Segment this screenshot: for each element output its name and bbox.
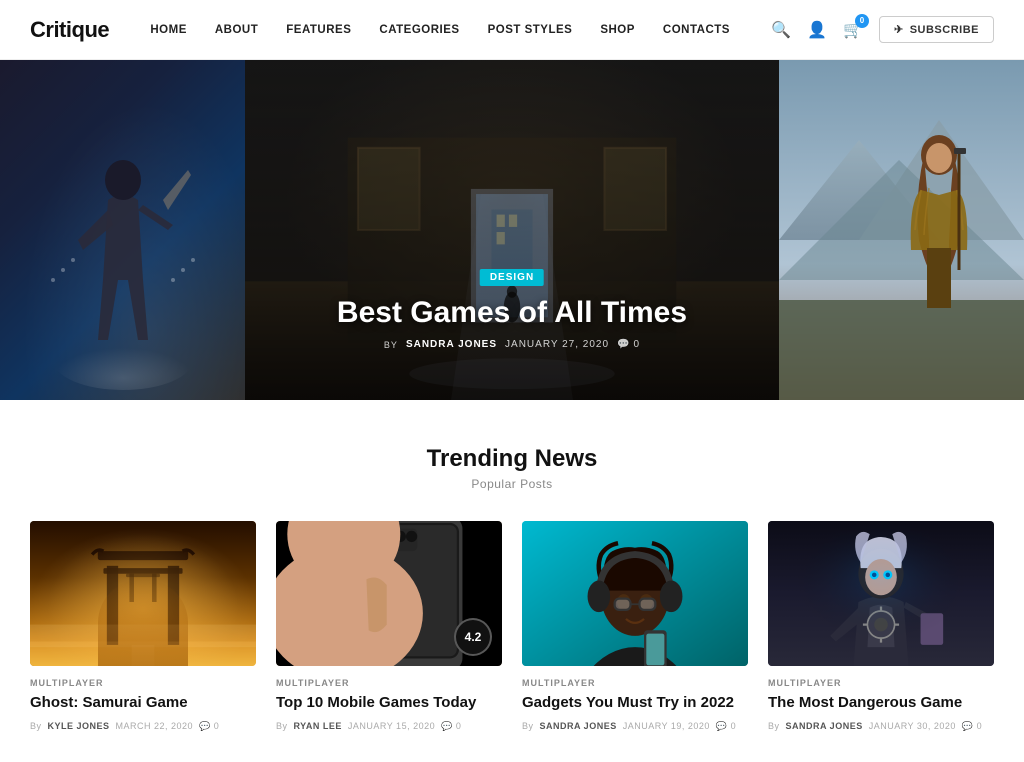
hero-slide-main[interactable]: Design Best Games of All Times By Sandra…	[245, 60, 779, 400]
card-4-category: Multiplayer	[768, 678, 994, 688]
section-header: Trending News Popular Posts	[30, 445, 994, 491]
hero-author: Sandra Jones	[406, 339, 497, 350]
card-2-title: Top 10 Mobile Games Today	[276, 693, 502, 713]
card-2[interactable]: 4.2 Multiplayer Top 10 Mobile Games Toda…	[276, 521, 502, 732]
nav-shop[interactable]: Shop	[600, 24, 635, 36]
user-icon[interactable]: 👤	[807, 20, 827, 40]
card-1-image	[30, 521, 256, 666]
card-1-category: Multiplayer	[30, 678, 256, 688]
card-3-title: Gadgets You Must Try in 2022	[522, 693, 748, 713]
subscribe-button[interactable]: ✈ Subscribe	[879, 16, 994, 43]
card-3[interactable]: Multiplayer Gadgets You Must Try in 2022…	[522, 521, 748, 732]
nav-post-styles[interactable]: Post Styles	[488, 24, 573, 36]
card-4[interactable]: Multiplayer The Most Dangerous Game By S…	[768, 521, 994, 732]
card-4-meta: By Sandra Jones January 30, 2020 💬 0	[768, 721, 994, 732]
card-2-comments: 💬 0	[441, 721, 461, 732]
hero-date: January 27, 2020	[505, 339, 609, 350]
card-2-rating: 4.2	[454, 618, 492, 656]
hero-title: Best Games of All Times	[272, 296, 753, 329]
warrior-silhouette	[33, 120, 213, 400]
nav-home[interactable]: Home	[150, 24, 187, 36]
hero-meta: By Sandra Jones January 27, 2020 💬 0	[272, 339, 753, 350]
card-1[interactable]: Multiplayer Ghost: Samurai Game By Kyle …	[30, 521, 256, 732]
hero-author-prefix: By	[384, 340, 398, 350]
card-3-meta: By Sandra Jones January 19, 2020 💬 0	[522, 721, 748, 732]
hero-slider: Design Best Games of All Times By Sandra…	[0, 60, 1024, 400]
header-actions: 🔍 👤 🛒 0 ✈ Subscribe	[771, 16, 994, 43]
nav-about[interactable]: About	[215, 24, 258, 36]
card-4-comments: 💬 0	[962, 721, 982, 732]
hero-content: Design Best Games of All Times By Sandra…	[272, 267, 753, 350]
search-icon[interactable]: 🔍	[771, 20, 791, 40]
hero-slide-left[interactable]	[0, 60, 245, 400]
card-4-image	[768, 521, 994, 666]
card-3-category: Multiplayer	[522, 678, 748, 688]
hero-comments: 💬 0	[617, 339, 640, 350]
hero-tag: Design	[480, 269, 544, 286]
nav-categories[interactable]: Categories	[379, 24, 459, 36]
subscribe-icon: ✈	[894, 23, 904, 36]
card-1-meta: By Kyle Jones March 22, 2020 💬 0	[30, 721, 256, 732]
cart-icon[interactable]: 🛒 0	[843, 20, 863, 40]
card-2-meta: By Ryan Lee January 15, 2020 💬 0	[276, 721, 502, 732]
header: Critique Home About Features Categories …	[0, 0, 1024, 60]
cards-grid: Multiplayer Ghost: Samurai Game By Kyle …	[30, 521, 994, 732]
card-1-comments: 💬 0	[199, 721, 219, 732]
section-title: Trending News	[30, 445, 994, 473]
card-3-comments: 💬 0	[716, 721, 736, 732]
logo[interactable]: Critique	[30, 17, 109, 43]
right-slide-bg	[779, 60, 1024, 400]
card-4-title: The Most Dangerous Game	[768, 693, 994, 713]
cart-badge: 0	[855, 14, 869, 28]
section-subtitle: Popular Posts	[30, 477, 994, 491]
nav-contacts[interactable]: Contacts	[663, 24, 730, 36]
trending-section: Trending News Popular Posts	[0, 400, 1024, 762]
card-2-category: Multiplayer	[276, 678, 502, 688]
card-3-image	[522, 521, 748, 666]
nav-features[interactable]: Features	[286, 24, 351, 36]
main-nav: Home About Features Categories Post Styl…	[150, 24, 730, 36]
card-1-title: Ghost: Samurai Game	[30, 693, 256, 713]
hero-slide-right[interactable]	[779, 60, 1024, 400]
